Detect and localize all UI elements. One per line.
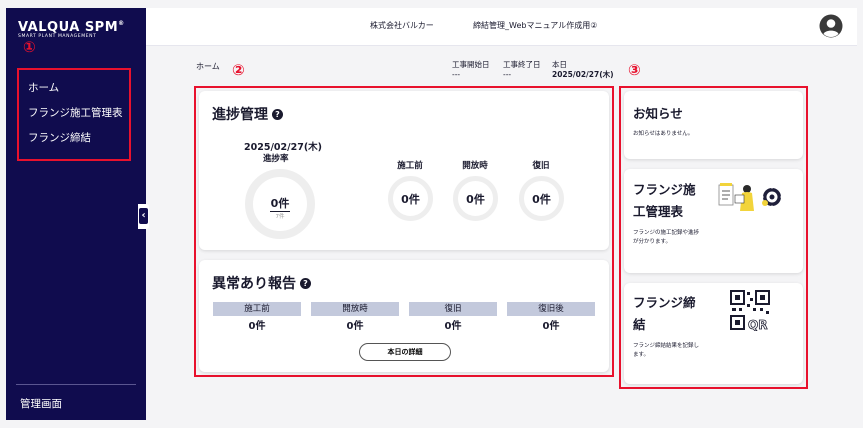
flange-management-card[interactable]: フランジ施 工管理表 フランジの施工記録や進捗 が分かります。: [624, 169, 803, 273]
flange-management-title-line2: 工管理表: [633, 204, 684, 219]
dashboard-right-highlight: お知らせ お知らせはありません。 フランジ施 工管理表 フランジの施工記録や進捗…: [619, 86, 808, 389]
stage-value-before: 0件: [401, 193, 420, 206]
svg-text:QR: QR: [748, 318, 767, 331]
progress-title: 進捗管理?: [212, 104, 283, 124]
sidebar-nav-highlight: ホーム フランジ施工管理表 フランジ締結: [17, 68, 131, 161]
top-header: 株式会社バルカー 締結管理_Webマニュアル作成用②: [146, 8, 857, 46]
sidebar-collapse-button[interactable]: ‹: [138, 204, 149, 229]
worker-clipboard-icon: [718, 183, 784, 211]
stage-ring-before: 0件: [388, 176, 433, 221]
anomaly-value-before: 0件: [248, 321, 266, 332]
progress-total: 7件: [275, 214, 285, 220]
construction-start-label: 工事開始日: [452, 60, 490, 69]
anomaly-title: 異常あり報告?: [212, 273, 311, 293]
today: 本日 2025/02/27(木): [552, 60, 614, 80]
brand-name: VALQUA SPM: [18, 20, 119, 35]
flange-management-desc-line2: が分かります。: [633, 239, 671, 245]
construction-start-value: ---: [452, 70, 461, 79]
flange-fastening-desc-line1: フランジ締結結果を記録し: [633, 343, 700, 349]
help-icon[interactable]: ?: [300, 278, 311, 289]
progress-count: 0件: [270, 197, 290, 210]
today-value: 2025/02/27(木): [552, 70, 614, 79]
anomaly-value-after-restore: 0件: [542, 321, 560, 332]
construction-end-value: ---: [503, 70, 512, 79]
today-label: 本日: [552, 60, 567, 69]
progress-rate-ring: 0件 7件: [245, 169, 315, 239]
progress-rate-label: 進捗率: [263, 154, 289, 164]
construction-end: 工事終了日 ---: [503, 60, 541, 80]
anomaly-header-after-restore: 復旧後: [507, 302, 595, 316]
stage-ring-open: 0件: [453, 176, 498, 221]
anomaly-title-text: 異常あり報告: [212, 276, 296, 292]
construction-start: 工事開始日 ---: [452, 60, 490, 80]
annotation-marker-2: ②: [232, 61, 245, 79]
dashboard-center-highlight: 進捗管理? 2025/02/27(木) 進捗率 0件 7件 施工前 0件 開放時…: [194, 86, 614, 377]
flange-fastening-card[interactable]: フランジ締 結 フランジ締結結果を記録し ます。 QR: [624, 283, 803, 384]
annotation-marker-1: ①: [23, 38, 36, 56]
stage-label-open: 開放時: [462, 161, 488, 171]
annotation-marker-3: ③: [628, 61, 641, 79]
company-name: 株式会社バルカー: [370, 21, 434, 30]
anomaly-report-card: 異常あり報告? 施工前 0件 開放時 0件 復旧 0件 復旧後 0件 本日の詳細: [199, 260, 609, 372]
brand-registered-mark: ®: [118, 20, 125, 27]
sidebar-divider: [16, 384, 136, 385]
sidebar: VALQUA SPM® SMART PLANT MANAGEMENT ① ホーム…: [6, 8, 146, 420]
sidebar-item-home[interactable]: ホーム: [28, 82, 59, 95]
qr-code-icon: QR: [730, 290, 770, 331]
flange-fastening-desc-line2: ます。: [633, 352, 649, 358]
user-avatar-icon[interactable]: [819, 14, 843, 38]
progress-card: 進捗管理? 2025/02/27(木) 進捗率 0件 7件 施工前 0件 開放時…: [199, 91, 609, 250]
chevron-left-icon: ‹: [139, 208, 148, 224]
brand-logo[interactable]: VALQUA SPM® SMART PLANT MANAGEMENT: [18, 17, 136, 40]
construction-end-label: 工事終了日: [503, 60, 541, 69]
anomaly-header-before: 施工前: [213, 302, 301, 316]
flange-management-title-line1: フランジ施: [633, 182, 696, 197]
stage-value-open: 0件: [466, 193, 485, 206]
news-body: お知らせはありません。: [633, 131, 694, 137]
anomaly-header-restore: 復旧: [409, 302, 497, 316]
flange-management-desc-line1: フランジの施工記録や進捗: [633, 230, 700, 236]
news-card: お知らせ お知らせはありません。: [624, 91, 803, 159]
help-icon[interactable]: ?: [272, 109, 283, 120]
news-title: お知らせ: [633, 106, 683, 121]
flange-fastening-title-line2: 結: [633, 317, 646, 332]
stage-value-restore: 0件: [532, 193, 551, 206]
stage-label-before: 施工前: [397, 161, 423, 171]
progress-date: 2025/02/27(木): [244, 142, 323, 153]
sidebar-item-flange-fastening[interactable]: フランジ締結: [28, 132, 91, 145]
stage-ring-restore: 0件: [519, 176, 564, 221]
sidebar-item-admin[interactable]: 管理画面: [20, 396, 62, 411]
anomaly-value-restore: 0件: [444, 321, 462, 332]
sidebar-item-flange-management[interactable]: フランジ施工管理表: [28, 107, 123, 120]
flange-fastening-title-line1: フランジ締: [633, 295, 696, 310]
progress-title-text: 進捗管理: [212, 107, 268, 123]
today-detail-button[interactable]: 本日の詳細: [359, 343, 451, 361]
stage-label-restore: 復旧: [532, 161, 550, 171]
breadcrumb[interactable]: ホーム: [196, 61, 220, 72]
anomaly-value-open: 0件: [346, 321, 364, 332]
project-name: 締結管理_Webマニュアル作成用②: [473, 21, 598, 30]
anomaly-header-open: 開放時: [311, 302, 399, 316]
